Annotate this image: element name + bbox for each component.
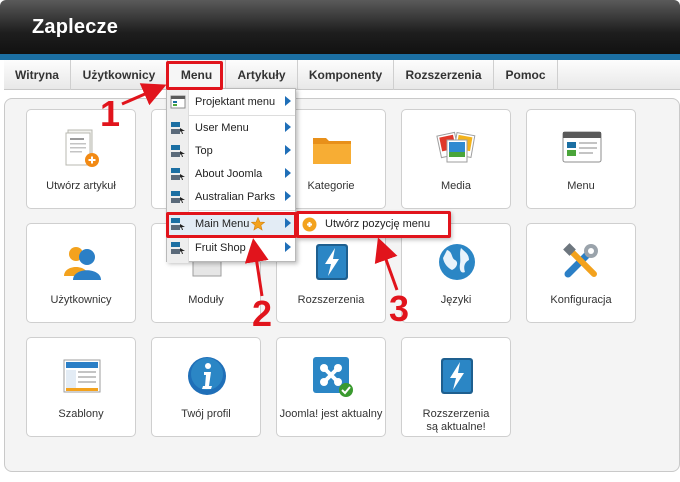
tile-label: Menu [567,180,595,192]
tile-profile[interactable]: Twój profil [151,337,261,437]
tile-label: Użytkownicy [50,294,112,306]
nav-witryna[interactable]: Witryna [4,60,71,90]
tile-label: Języki [440,294,472,306]
dropdown-item-projektant-menu[interactable]: Projektant menu [167,91,295,114]
annotation-number-3: 3 [389,288,410,329]
info-icon [188,357,226,395]
main-navbar: Witryna Użytkownicy Menu Artykuły Kompon… [4,60,680,90]
nav-rozszerzenia[interactable]: Rozszerzenia [394,60,494,90]
dropdown-label: Australian Parks [195,191,276,203]
globe-icon [439,244,475,280]
tile-label-line1: Rozszerzenia [422,408,490,420]
tools-icon [563,243,598,278]
media-icon [436,131,476,163]
dropdown-item-about-joomla[interactable]: About Joomla [167,163,295,186]
tile-extensions-uptodate[interactable]: Rozszerzenia są aktualne! [401,337,511,437]
tile-label: Joomla! jest aktualny [279,408,383,420]
chevron-right-icon [285,122,291,132]
tile-media[interactable]: Media [401,109,511,209]
templates-icon [63,359,101,393]
admin-header: Zaplecze [0,0,680,54]
highlight-main-menu [166,212,297,238]
tile-label-line2: są aktualne! [426,421,486,433]
menu-manager-icon [170,95,186,109]
control-panel: Utwórz artykuł Kategorie Media Menu Użyt… [4,98,680,472]
tile-configuration[interactable]: Konfiguracja [526,223,636,323]
menu-icon [171,191,185,203]
dropdown-item-australian-parks[interactable]: Australian Parks [167,186,295,209]
nav-pomoc[interactable]: Pomoc [494,60,558,90]
menu-icon [171,242,185,254]
tile-label: Szablony [58,408,104,420]
menu-icon [171,145,185,157]
highlight-create-menu-item [296,211,451,238]
dropdown-label: Projektant menu [195,96,276,108]
dropdown-label: Fruit Shop [195,242,246,254]
menu-icon [171,168,185,180]
menu-manager-icon [562,131,602,163]
tile-label: Utwórz artykuł [46,180,116,192]
tile-joomla-uptodate[interactable]: Joomla! jest aktualny [276,337,386,437]
chevron-right-icon [285,168,291,178]
joomla-icon [313,357,353,397]
dropdown-divider [189,115,295,116]
chevron-right-icon [285,191,291,201]
tile-label: Konfiguracja [550,294,612,306]
extensions-update-icon [441,358,473,394]
menu-icon [171,122,185,134]
tile-label: Media [441,180,471,192]
dropdown-item-fruit-shop[interactable]: Fruit Shop [167,237,295,260]
page-title: Zaplecze [32,16,119,38]
tile-users[interactable]: Użytkownicy [26,223,136,323]
tile-label: Twój profil [181,408,231,420]
tile-templates[interactable]: Szablony [26,337,136,437]
dropdown-label: User Menu [195,122,249,134]
chevron-right-icon [285,145,291,155]
users-icon [64,247,101,280]
chevron-right-icon [285,242,291,252]
new-article-icon [65,129,99,167]
dropdown-label: Top [195,145,213,157]
tile-languages[interactable]: Języki [401,223,511,323]
chevron-right-icon [285,96,291,106]
tile-label: Moduły [188,294,224,306]
dropdown-item-user-menu[interactable]: User Menu [167,117,295,140]
dropdown-item-top[interactable]: Top [167,140,295,163]
folder-icon [313,138,351,164]
annotation-number-2: 2 [252,293,273,334]
tile-label: Rozszerzenia [297,294,365,306]
nav-komponenty[interactable]: Komponenty [298,60,394,90]
dropdown-divider [189,210,295,211]
nav-artykuly[interactable]: Artykuły [226,60,298,90]
tile-menu[interactable]: Menu [526,109,636,209]
extensions-icon [316,244,348,280]
dropdown-label: About Joomla [195,168,263,180]
nav-uzytkownicy[interactable]: Użytkownicy [71,60,168,90]
highlight-menu-tab [166,61,223,90]
annotation-number-1: 1 [100,93,121,134]
tile-label: Rozszerzenia są aktualne! [402,408,510,434]
